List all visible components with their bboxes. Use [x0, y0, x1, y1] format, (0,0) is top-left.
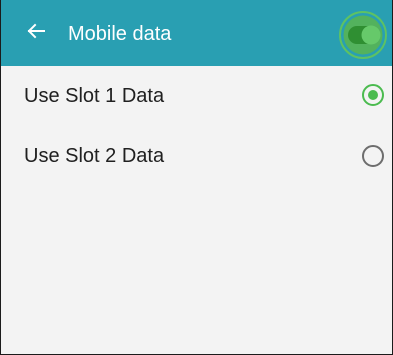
mobile-data-switch[interactable]	[338, 11, 388, 59]
toggle-switch-graphic	[339, 11, 387, 59]
app-screen: Mobile data Use Slot 1 Data Use Slot 2 D…	[0, 0, 393, 355]
page-title: Mobile data	[68, 23, 172, 45]
radio-selected-icon[interactable]	[362, 84, 384, 106]
app-bar: Mobile data	[1, 0, 392, 66]
arrow-left-icon-svg	[27, 23, 45, 38]
sim-data-options: Use Slot 1 Data Use Slot 2 Data	[1, 66, 392, 186]
option-slot-2[interactable]: Use Slot 2 Data	[1, 126, 392, 186]
option-slot-1[interactable]: Use Slot 1 Data	[1, 66, 392, 126]
option-label: Use Slot 1 Data	[24, 85, 165, 107]
back-button[interactable]	[17, 14, 55, 52]
arrow-left-icon	[26, 21, 46, 46]
radio-unselected-icon[interactable]	[362, 145, 384, 167]
option-label: Use Slot 2 Data	[24, 145, 165, 167]
